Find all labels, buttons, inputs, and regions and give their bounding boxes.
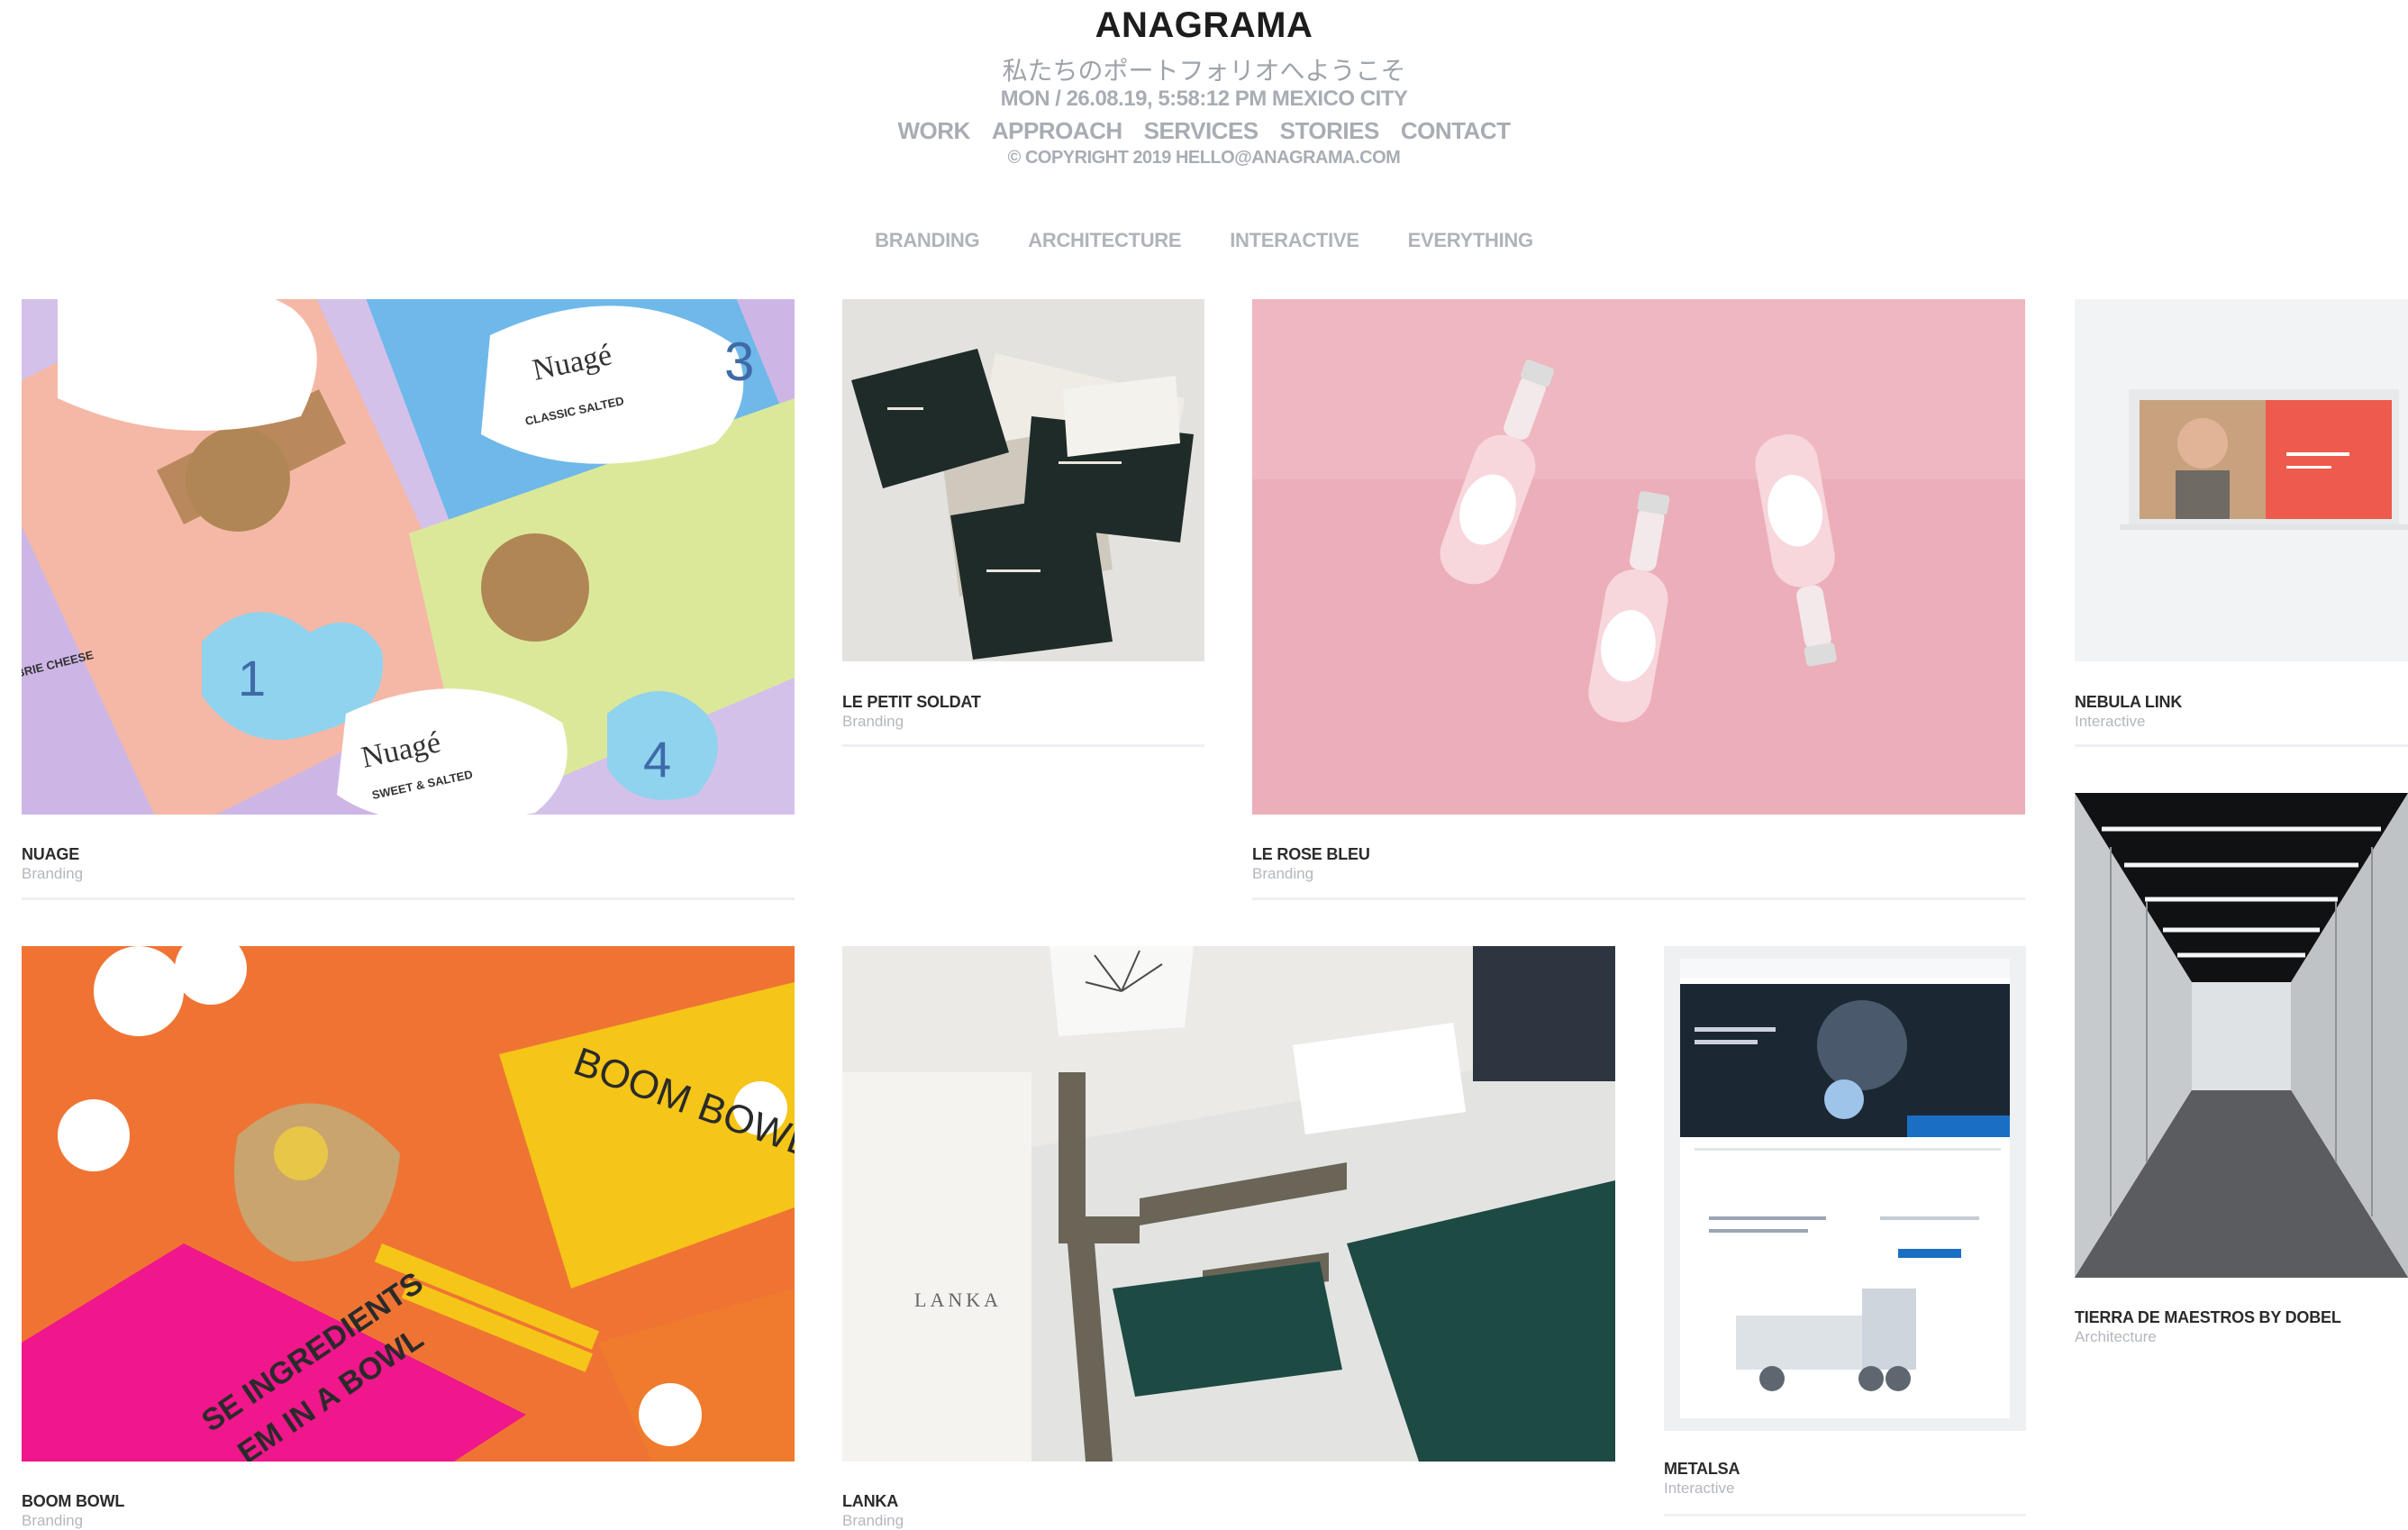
- project-thumbnail[interactable]: [842, 299, 1204, 661]
- nav-stories[interactable]: STORIES: [1280, 117, 1380, 145]
- filter-bar: BRANDING ARCHITECTURE INTERACTIVE EVERYT…: [0, 229, 2408, 252]
- card-divider: [1252, 897, 2025, 900]
- project-card-lanka[interactable]: LANKA LANKA Branding: [842, 946, 1615, 1529]
- nav-work[interactable]: WORK: [898, 117, 971, 145]
- project-meta: NEBULA LINK Interactive: [2075, 693, 2182, 731]
- card-divider: [842, 744, 1204, 747]
- nav-services[interactable]: SERVICES: [1144, 117, 1259, 145]
- project-card-tierra-de-maestros[interactable]: TIERRA DE MAESTROS BY DOBEL Architecture: [2075, 793, 2408, 1352]
- project-card-metalsa[interactable]: METALSA Interactive: [1664, 946, 2026, 1526]
- project-card-boom-bowl[interactable]: BOOM BOWL SE INGREDIENTS EM IN A BOWL BO…: [22, 946, 795, 1529]
- project-title[interactable]: LE PETIT SOLDAT: [842, 693, 981, 712]
- project-thumbnail[interactable]: [2075, 299, 2408, 661]
- project-title[interactable]: NUAGE: [22, 845, 83, 864]
- project-meta: BOOM BOWL Branding: [22, 1492, 124, 1530]
- project-category: Architecture: [2075, 1328, 2157, 1345]
- nav-approach[interactable]: APPROACH: [992, 117, 1122, 145]
- project-category: Branding: [842, 1512, 904, 1529]
- nuage-number-3: 4: [643, 731, 671, 788]
- project-card-nebula-link[interactable]: NEBULA LINK Interactive: [2075, 299, 2408, 750]
- tagline: 私たちのポートフォリオへようこそ: [1002, 56, 1406, 86]
- filter-branding[interactable]: BRANDING: [875, 229, 979, 252]
- project-meta: METALSA Interactive: [1664, 1460, 1740, 1498]
- project-title[interactable]: BOOM BOWL: [22, 1492, 124, 1511]
- filter-everything[interactable]: EVERYTHING: [1408, 229, 1534, 252]
- project-meta: NUAGE Branding: [22, 845, 83, 883]
- project-title[interactable]: LE ROSE BLEU: [1252, 845, 1370, 864]
- project-thumbnail[interactable]: BOOM BOWL SE INGREDIENTS EM IN A BOWL: [22, 946, 795, 1462]
- card-divider: [22, 897, 795, 900]
- project-meta: TIERRA DE MAESTROS BY DOBEL Architecture: [2075, 1308, 2341, 1346]
- project-thumbnail[interactable]: [2075, 793, 2408, 1278]
- nav-contact[interactable]: CONTACT: [1401, 117, 1511, 145]
- nuage-number-2: 1: [238, 650, 266, 706]
- datetime: MON / 26.08.19, 5:58:12 PM MEXICO CITY: [1000, 87, 1408, 111]
- project-title[interactable]: METALSA: [1664, 1460, 1740, 1479]
- project-title[interactable]: NEBULA LINK: [2075, 693, 2182, 712]
- project-card-le-petit-soldat[interactable]: LE PETIT SOLDAT Branding: [842, 299, 1204, 750]
- project-thumbnail[interactable]: [1252, 299, 2025, 815]
- card-divider: [2075, 744, 2408, 747]
- project-category: Branding: [22, 1512, 84, 1529]
- nuage-number-1: 3: [724, 332, 754, 392]
- project-category: Interactive: [1664, 1480, 1735, 1497]
- project-title[interactable]: LANKA: [842, 1492, 904, 1511]
- project-card-nuage[interactable]: Nuagé CLASSIC SALTED Nuagé SWEET & SALTE…: [22, 299, 795, 903]
- brand-logo[interactable]: ANAGRAMA: [0, 5, 2408, 46]
- filter-architecture[interactable]: ARCHITECTURE: [1028, 229, 1181, 252]
- project-category: Branding: [842, 713, 904, 730]
- project-category: Branding: [1252, 865, 1314, 882]
- project-category: Interactive: [2075, 713, 2146, 730]
- project-category: Branding: [22, 865, 84, 882]
- lanka-logo-text: LANKA: [914, 1289, 1002, 1311]
- copyright[interactable]: © COPYRIGHT 2019 HELLO@ANAGRAMA.COM: [0, 148, 2408, 168]
- project-thumbnail[interactable]: Nuagé CLASSIC SALTED Nuagé SWEET & SALTE…: [22, 299, 795, 815]
- main-nav: WORK APPROACH SERVICES STORIES CONTACT: [0, 117, 2408, 145]
- project-card-le-rose-bleu[interactable]: LE ROSE BLEU Branding: [1252, 299, 2025, 903]
- project-meta: LE PETIT SOLDAT Branding: [842, 693, 981, 731]
- filter-interactive[interactable]: INTERACTIVE: [1230, 229, 1359, 252]
- project-meta: LE ROSE BLEU Branding: [1252, 845, 1370, 883]
- project-meta: LANKA Branding: [842, 1492, 904, 1530]
- project-title[interactable]: TIERRA DE MAESTROS BY DOBEL: [2075, 1308, 2341, 1327]
- project-thumbnail[interactable]: LANKA: [842, 946, 1615, 1462]
- card-divider: [1664, 1514, 2026, 1516]
- project-thumbnail[interactable]: [1664, 946, 2026, 1431]
